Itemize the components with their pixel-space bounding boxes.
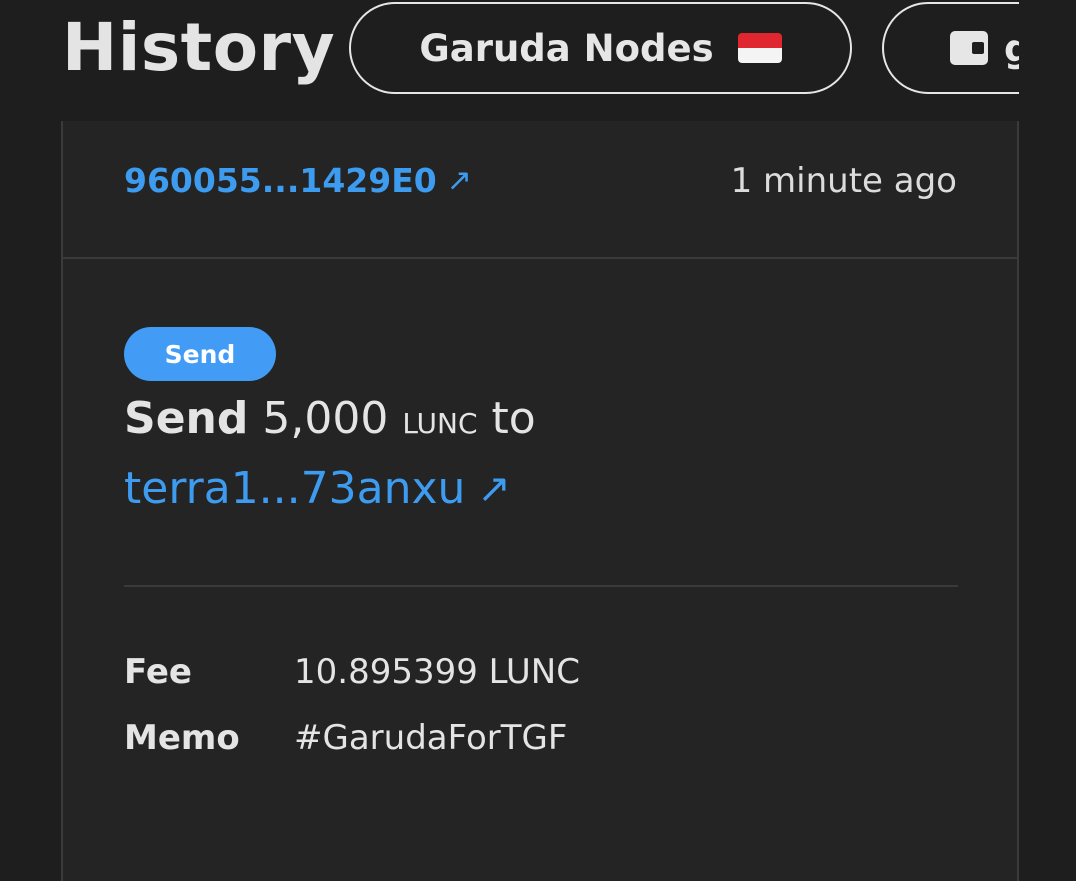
wallet-icon <box>950 31 988 65</box>
external-link-icon: ↗ <box>477 465 511 512</box>
transaction-card-header: 960055...1429E0 ↗ 1 minute ago <box>63 121 1017 259</box>
memo-label: Memo <box>124 718 240 758</box>
wallet-button[interactable]: g <box>882 2 1019 94</box>
tx-action: Send <box>124 393 249 444</box>
recipient-address: terra1...73anxu <box>124 463 466 514</box>
tx-hash-text: 960055...1429E0 <box>124 161 437 200</box>
wallet-label: g <box>1004 26 1019 70</box>
tx-type-badge: Send <box>124 327 276 381</box>
external-link-icon: ↗ <box>446 163 472 198</box>
tx-amount: 5,000 <box>262 393 389 444</box>
recipient-address-link[interactable]: terra1...73anxu ↗ <box>124 463 511 514</box>
divider <box>124 585 958 587</box>
memo-value: #GarudaForTGF <box>294 718 568 758</box>
tx-denom: LUNC <box>402 397 478 443</box>
tx-timestamp: 1 minute ago <box>730 161 957 201</box>
memo-row: Memo #GarudaForTGF <box>124 718 567 758</box>
fee-value: 10.895399 LUNC <box>294 652 580 692</box>
tx-preposition: to <box>491 393 536 444</box>
fee-label: Fee <box>124 652 192 692</box>
transaction-card: 960055...1429E0 ↗ 1 minute ago Send Send… <box>61 121 1019 881</box>
tx-message: Send 5,000 LUNC to <box>124 393 536 444</box>
fee-row: Fee 10.895399 LUNC <box>124 652 580 692</box>
tx-hash-link[interactable]: 960055...1429E0 ↗ <box>124 161 472 200</box>
